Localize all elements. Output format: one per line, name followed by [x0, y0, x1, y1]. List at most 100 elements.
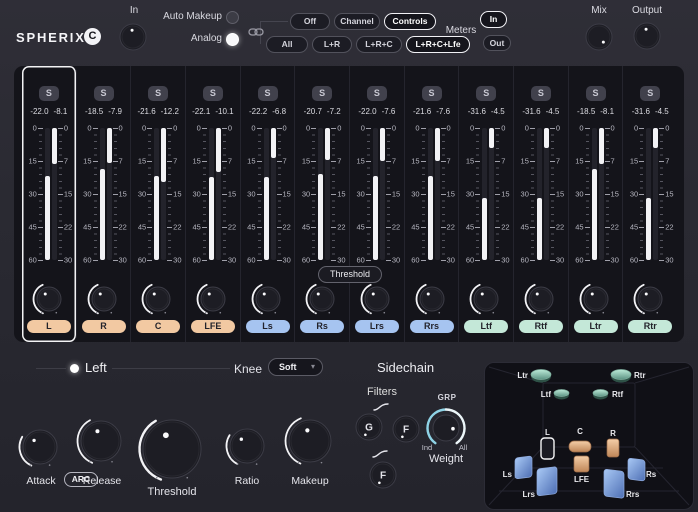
channel-threshold-knob[interactable]	[522, 280, 560, 318]
link-group-l-r-c-button[interactable]: L+R+C	[356, 36, 402, 53]
attack-knob[interactable]	[16, 423, 64, 471]
channel-label-Lrs[interactable]: Lrs	[355, 320, 399, 333]
makeup-knob[interactable]	[282, 413, 338, 469]
speaker-LFE[interactable]	[574, 456, 589, 472]
solo-button-Ltr[interactable]: S	[586, 86, 606, 101]
channel-threshold-knob[interactable]	[358, 280, 396, 318]
channel-threshold-knob[interactable]	[631, 280, 669, 318]
channel-threshold-knob[interactable]	[467, 280, 505, 318]
channel-strip-L[interactable]: S-22.0-8.101530456007152230L	[22, 66, 77, 342]
auto-makeup-toggle[interactable]	[226, 11, 239, 24]
channel-label-LFE[interactable]: LFE	[191, 320, 235, 333]
channel-label-Ls[interactable]: Ls	[246, 320, 290, 333]
level-meter-track	[264, 128, 269, 260]
channel-strip-Rtr[interactable]: S-31.6-4.501530456007152230Rtr	[623, 66, 677, 342]
channel-label-Rrs[interactable]: Rrs	[410, 320, 454, 333]
channel-threshold-knob[interactable]	[413, 280, 451, 318]
solo-button-Ltf[interactable]: S	[476, 86, 496, 101]
gr-scale-label: 0	[392, 124, 403, 133]
gr-scale-label: 15	[283, 190, 294, 199]
meter-major-tick	[167, 161, 172, 162]
solo-button-Rrs[interactable]: S	[422, 86, 442, 101]
analog-toggle[interactable]	[226, 33, 239, 46]
link-group-off-button[interactable]: Off	[290, 13, 330, 30]
speaker-Rrs[interactable]	[604, 469, 624, 498]
output-knob[interactable]	[631, 20, 663, 52]
channel-strip-Ls[interactable]: S-22.2-6.801530456007152230Ls	[241, 66, 296, 342]
channel-label-Rtf[interactable]: Rtf	[519, 320, 563, 333]
meters-out-button[interactable]: Out	[483, 35, 511, 51]
solo-button-Lrs[interactable]: S	[367, 86, 387, 101]
channel-threshold-knob[interactable]	[30, 280, 68, 318]
speaker-L[interactable]	[541, 438, 554, 459]
channel-strip-Ltr[interactable]: S-18.5-8.101530456007152230Ltr	[569, 66, 624, 342]
meter-major-tick	[222, 194, 227, 195]
meter-major-tick	[585, 260, 590, 261]
channel-meter: 01530456007152230	[299, 128, 345, 260]
meter-major-tick	[386, 227, 391, 228]
channel-threshold-knob[interactable]	[249, 280, 287, 318]
channel-strip-LFE[interactable]: S-22.1-10.101530456007152230LFE	[186, 66, 241, 342]
sidechain-filter-gain-knob[interactable]: G	[353, 411, 385, 443]
gr-scale-label: 22	[501, 223, 512, 232]
link-group-controls-button[interactable]: Controls	[384, 13, 436, 30]
meter-major-tick	[550, 260, 555, 261]
gr-meter-bar	[435, 128, 440, 161]
channel-threshold-knob[interactable]	[303, 280, 341, 318]
speaker-Ls[interactable]	[515, 456, 532, 479]
speaker-C[interactable]	[569, 441, 591, 452]
channel-label-L[interactable]: L	[27, 320, 71, 333]
channel-strip-Ltf[interactable]: S-31.6-4.501530456007152230Ltf	[459, 66, 514, 342]
input-knob[interactable]	[117, 21, 149, 53]
channel-label-Rtr[interactable]: Rtr	[628, 320, 672, 333]
channel-strip-C[interactable]: S-21.6-12.201530456007152230C	[131, 66, 186, 342]
channel-label-Rs[interactable]: Rs	[300, 320, 344, 333]
level-meter-track	[482, 128, 487, 260]
solo-button-Ls[interactable]: S	[258, 86, 278, 101]
solo-button-Rtr[interactable]: S	[640, 86, 660, 101]
channel-label-R[interactable]: R	[82, 320, 126, 333]
speaker-Rs[interactable]	[628, 458, 645, 481]
meter-major-tick	[475, 227, 480, 228]
link-group-l-r-c-lfe-button[interactable]: L+R+C+Lfe	[406, 36, 470, 53]
channel-threshold-knob[interactable]	[85, 280, 123, 318]
speaker-R[interactable]	[607, 439, 619, 457]
meter-major-tick	[167, 227, 172, 228]
ratio-knob[interactable]	[223, 422, 271, 470]
solo-button-LFE[interactable]: S	[203, 86, 223, 101]
channel-label-Ltf[interactable]: Ltf	[464, 320, 508, 333]
solo-button-R[interactable]: S	[94, 86, 114, 101]
knee-select[interactable]: Soft ▾	[268, 358, 323, 376]
selected-channel-dot	[70, 364, 79, 373]
channel-strip-Rrs[interactable]: S-21.6-7.601530456007152230Rrs	[405, 66, 460, 342]
meter-readouts: -22.0-7.6	[350, 107, 404, 116]
channel-threshold-knob[interactable]	[139, 280, 177, 318]
sidechain-filter-freq2-knob[interactable]: F	[367, 459, 399, 491]
solo-button-Rs[interactable]: S	[312, 86, 332, 101]
link-group-l-r-button[interactable]: L+R	[312, 36, 352, 53]
meter-major-tick	[277, 128, 282, 129]
link-group-channel-button[interactable]: Channel	[334, 13, 380, 30]
link-group-all-button[interactable]: All	[266, 36, 308, 53]
speaker-Lrs[interactable]	[537, 467, 557, 496]
level-scale-label: 30	[81, 190, 92, 199]
channel-strip-R[interactable]: S-18.5-7.901530456007152230R	[77, 66, 132, 342]
channel-label-C[interactable]: C	[136, 320, 180, 333]
solo-button-Rtf[interactable]: S	[531, 86, 551, 101]
channel-threshold-knob[interactable]	[194, 280, 232, 318]
meters-in-button[interactable]: In	[480, 11, 507, 28]
threshold-knob[interactable]	[136, 413, 208, 485]
solo-button-C[interactable]: S	[148, 86, 168, 101]
solo-button-L[interactable]: S	[39, 86, 59, 101]
mix-knob-label: Mix	[584, 5, 614, 16]
level-scale-label: 30	[627, 190, 638, 199]
meter-major-tick	[167, 128, 172, 129]
mix-knob[interactable]	[583, 21, 615, 53]
channel-threshold-knob[interactable]	[577, 280, 615, 318]
channel-strip-Rtf[interactable]: S-31.6-4.501530456007152230Rtf	[514, 66, 569, 342]
sidechain-filter-freq1-knob[interactable]: F	[390, 413, 422, 445]
release-knob[interactable]	[74, 414, 128, 468]
channel-strip-Lrs[interactable]: S-22.0-7.601530456007152230Lrs	[350, 66, 405, 342]
channel-label-Ltr[interactable]: Ltr	[574, 320, 618, 333]
channel-strip-Rs[interactable]: S-20.7-7.201530456007152230Rs	[295, 66, 350, 342]
